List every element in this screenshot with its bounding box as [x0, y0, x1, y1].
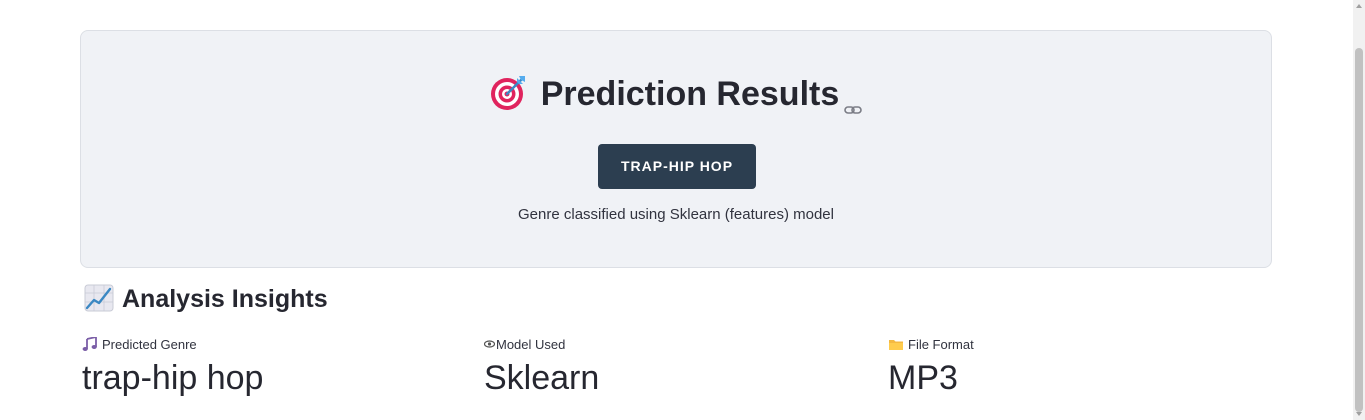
prediction-results-card: Prediction Results TRAP-HIP HOP Genre cl…	[80, 30, 1272, 268]
metric-label: File Format	[908, 337, 974, 352]
scroll-up-arrow-icon[interactable]	[1356, 4, 1362, 8]
analysis-insights-heading: Analysis Insights	[84, 282, 328, 316]
scrollbar-thumb[interactable]	[1355, 48, 1363, 412]
analysis-insights-title: Analysis Insights	[122, 285, 328, 313]
folder-icon	[888, 337, 904, 351]
metric-value: trap-hip hop	[82, 359, 264, 397]
page: Prediction Results TRAP-HIP HOP Genre cl…	[0, 0, 1365, 420]
eye-icon	[483, 337, 496, 351]
classification-caption: Genre classified using Sklearn (features…	[518, 206, 834, 223]
scroll-down-arrow-icon[interactable]	[1356, 412, 1362, 416]
link-icon[interactable]	[843, 86, 863, 114]
metric-value: Sklearn	[484, 359, 600, 397]
music-note-icon	[82, 335, 98, 352]
target-icon	[489, 72, 529, 112]
metric-value: MP3	[888, 359, 958, 397]
metric-model-used: Model Used Sklearn	[483, 336, 864, 402]
metric-label: Model Used	[496, 337, 566, 352]
predicted-genre-badge[interactable]: TRAP-HIP HOP	[598, 144, 756, 189]
metric-label: Predicted Genre	[102, 337, 197, 352]
metric-label-row: Model Used	[483, 336, 864, 354]
metric-label-row: Predicted Genre	[82, 335, 462, 354]
metric-label-row: File Format	[888, 336, 1268, 354]
vertical-scrollbar[interactable]	[1353, 0, 1365, 420]
prediction-results-heading: Prediction Results	[81, 71, 1271, 117]
metric-predicted-genre: Predicted Genre trap-hip hop	[82, 335, 462, 402]
chart-increasing-icon	[84, 284, 114, 312]
prediction-results-title: Prediction Results	[540, 75, 840, 113]
metric-file-format: File Format MP3	[888, 336, 1268, 402]
